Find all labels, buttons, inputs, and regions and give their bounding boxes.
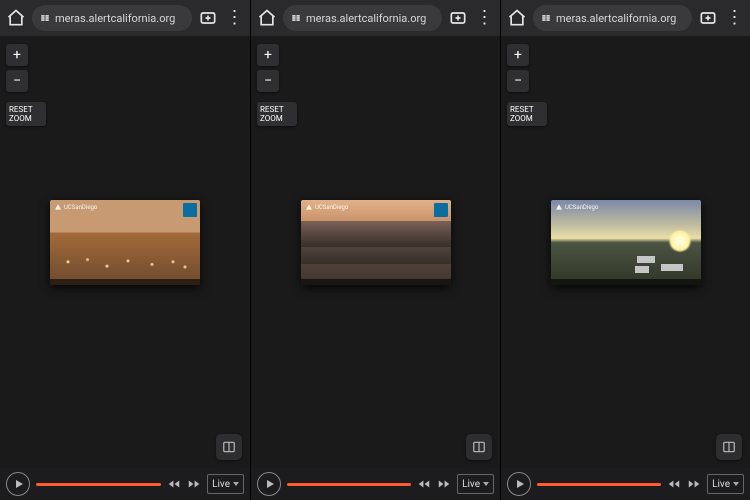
menu-icon[interactable]: ⋮ bbox=[724, 8, 744, 28]
browser-pane: meras.alertcalifornia.org ⋮ + − RESETZOO… bbox=[0, 0, 250, 500]
zoom-controls: + − RESETZOOM bbox=[6, 44, 46, 126]
reset-zoom-button[interactable]: RESETZOOM bbox=[257, 102, 297, 126]
url-bar[interactable]: meras.alertcalifornia.org bbox=[32, 5, 192, 31]
skip-back-button[interactable] bbox=[667, 477, 681, 491]
site-settings-icon[interactable] bbox=[40, 13, 50, 23]
zoom-in-button[interactable]: + bbox=[257, 44, 279, 66]
menu-icon[interactable]: ⋮ bbox=[224, 8, 244, 28]
pge-badge-icon bbox=[434, 203, 448, 217]
timeline-scrubber[interactable] bbox=[36, 483, 161, 486]
pge-badge-icon bbox=[183, 203, 197, 217]
playback-bar: Live bbox=[251, 468, 500, 500]
zoom-out-button[interactable]: − bbox=[507, 70, 529, 92]
browser-pane: meras.alertcalifornia.org ⋮ + − RESETZOO… bbox=[500, 0, 750, 500]
home-icon[interactable] bbox=[507, 8, 527, 28]
new-tab-icon[interactable] bbox=[448, 8, 468, 28]
ucsd-watermark: UCSanDiego bbox=[305, 203, 348, 211]
timeline-scrubber[interactable] bbox=[537, 483, 661, 486]
skip-forward-button[interactable] bbox=[437, 477, 451, 491]
camera-thumbnail[interactable]: UCSanDiego bbox=[551, 200, 701, 285]
play-icon bbox=[267, 480, 274, 488]
url-bar[interactable]: meras.alertcalifornia.org bbox=[283, 5, 442, 31]
home-icon[interactable] bbox=[6, 8, 26, 28]
browser-toolbar: meras.alertcalifornia.org ⋮ bbox=[501, 0, 750, 36]
ucsd-watermark: UCSanDiego bbox=[54, 203, 97, 211]
site-settings-icon[interactable] bbox=[291, 13, 301, 23]
url-text: meras.alertcalifornia.org bbox=[55, 12, 175, 25]
reset-zoom-button[interactable]: RESETZOOM bbox=[6, 102, 46, 126]
play-button[interactable] bbox=[257, 472, 281, 496]
zoom-out-button[interactable]: − bbox=[257, 70, 279, 92]
play-button[interactable] bbox=[6, 472, 30, 496]
live-selector[interactable]: Live bbox=[457, 474, 494, 494]
chevron-down-icon bbox=[233, 482, 239, 486]
split-view-button[interactable] bbox=[466, 434, 492, 460]
split-view-button[interactable] bbox=[216, 434, 242, 460]
menu-icon[interactable]: ⋮ bbox=[474, 8, 494, 28]
play-button[interactable] bbox=[507, 472, 531, 496]
skip-back-button[interactable] bbox=[417, 477, 431, 491]
url-text: meras.alertcalifornia.org bbox=[556, 12, 676, 25]
playback-bar: Live bbox=[0, 468, 250, 500]
play-icon bbox=[517, 480, 524, 488]
skip-back-button[interactable] bbox=[167, 477, 181, 491]
play-icon bbox=[16, 480, 23, 488]
new-tab-icon[interactable] bbox=[198, 8, 218, 28]
skip-forward-button[interactable] bbox=[187, 477, 201, 491]
site-settings-icon[interactable] bbox=[541, 13, 551, 23]
home-icon[interactable] bbox=[257, 8, 277, 28]
browser-toolbar: meras.alertcalifornia.org ⋮ bbox=[0, 0, 250, 36]
url-bar[interactable]: meras.alertcalifornia.org bbox=[533, 5, 692, 31]
three-pane-layout: meras.alertcalifornia.org ⋮ + − RESETZOO… bbox=[0, 0, 750, 500]
split-view-button[interactable] bbox=[716, 434, 742, 460]
zoom-in-button[interactable]: + bbox=[507, 44, 529, 66]
timeline-scrubber[interactable] bbox=[287, 483, 411, 486]
url-text: meras.alertcalifornia.org bbox=[306, 12, 426, 25]
skip-forward-button[interactable] bbox=[687, 477, 701, 491]
zoom-in-button[interactable]: + bbox=[6, 44, 28, 66]
chevron-down-icon bbox=[483, 482, 489, 486]
playback-bar: Live bbox=[501, 468, 750, 500]
live-selector[interactable]: Live bbox=[707, 474, 744, 494]
browser-pane: meras.alertcalifornia.org ⋮ + − RESETZOO… bbox=[250, 0, 500, 500]
ucsd-watermark: UCSanDiego bbox=[555, 203, 598, 211]
camera-thumbnail[interactable]: UCSanDiego bbox=[301, 200, 451, 285]
zoom-controls: + − RESETZOOM bbox=[507, 44, 547, 126]
camera-thumbnail[interactable]: UCSanDiego bbox=[50, 200, 200, 285]
reset-zoom-button[interactable]: RESETZOOM bbox=[507, 102, 547, 126]
sun-icon bbox=[669, 230, 691, 252]
live-selector[interactable]: Live bbox=[207, 474, 244, 494]
zoom-controls: + − RESETZOOM bbox=[257, 44, 297, 126]
chevron-down-icon bbox=[733, 482, 739, 486]
new-tab-icon[interactable] bbox=[698, 8, 718, 28]
zoom-out-button[interactable]: − bbox=[6, 70, 28, 92]
browser-toolbar: meras.alertcalifornia.org ⋮ bbox=[251, 0, 500, 36]
